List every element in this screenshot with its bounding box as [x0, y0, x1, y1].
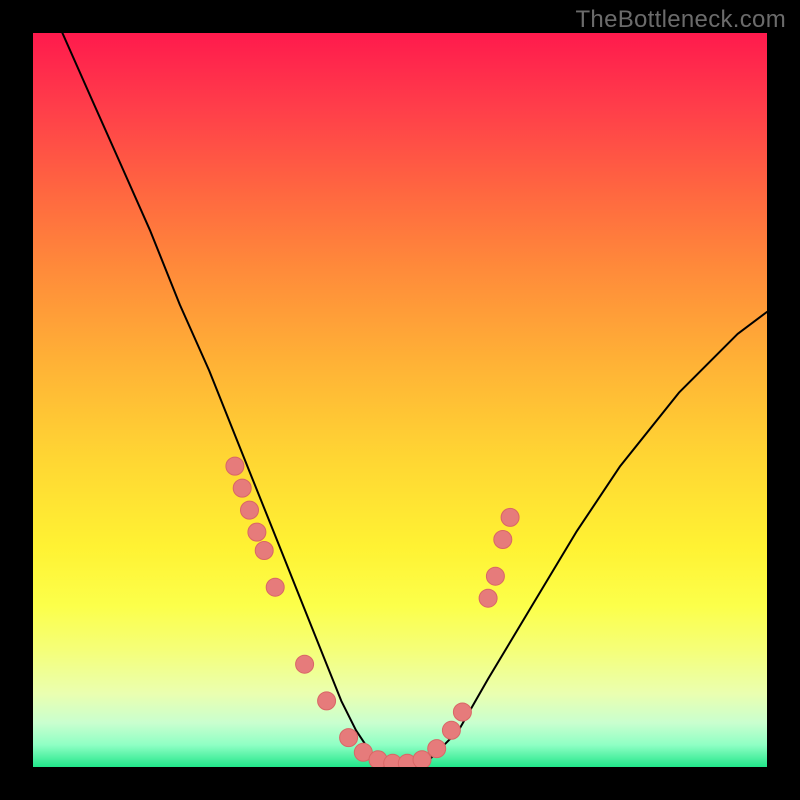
- data-marker: [428, 740, 446, 758]
- data-marker: [318, 692, 336, 710]
- chart-svg: [33, 33, 767, 767]
- data-marker: [255, 542, 273, 560]
- data-marker: [442, 721, 460, 739]
- plot-area: [33, 33, 767, 767]
- data-marker: [296, 655, 314, 673]
- data-marker: [266, 578, 284, 596]
- data-marker: [486, 567, 504, 585]
- data-marker: [413, 751, 431, 767]
- chart-frame: TheBottleneck.com: [0, 0, 800, 800]
- watermark-text: TheBottleneck.com: [575, 6, 786, 34]
- data-marker: [248, 523, 266, 541]
- bottleneck-curve: [62, 33, 767, 767]
- data-marker: [241, 501, 259, 519]
- data-marker: [479, 589, 497, 607]
- data-marker: [494, 531, 512, 549]
- data-marker: [501, 508, 519, 526]
- data-marker: [233, 479, 251, 497]
- curve-path: [62, 33, 767, 767]
- data-marker: [340, 729, 358, 747]
- marker-group: [226, 457, 519, 767]
- data-marker: [226, 457, 244, 475]
- data-marker: [453, 703, 471, 721]
